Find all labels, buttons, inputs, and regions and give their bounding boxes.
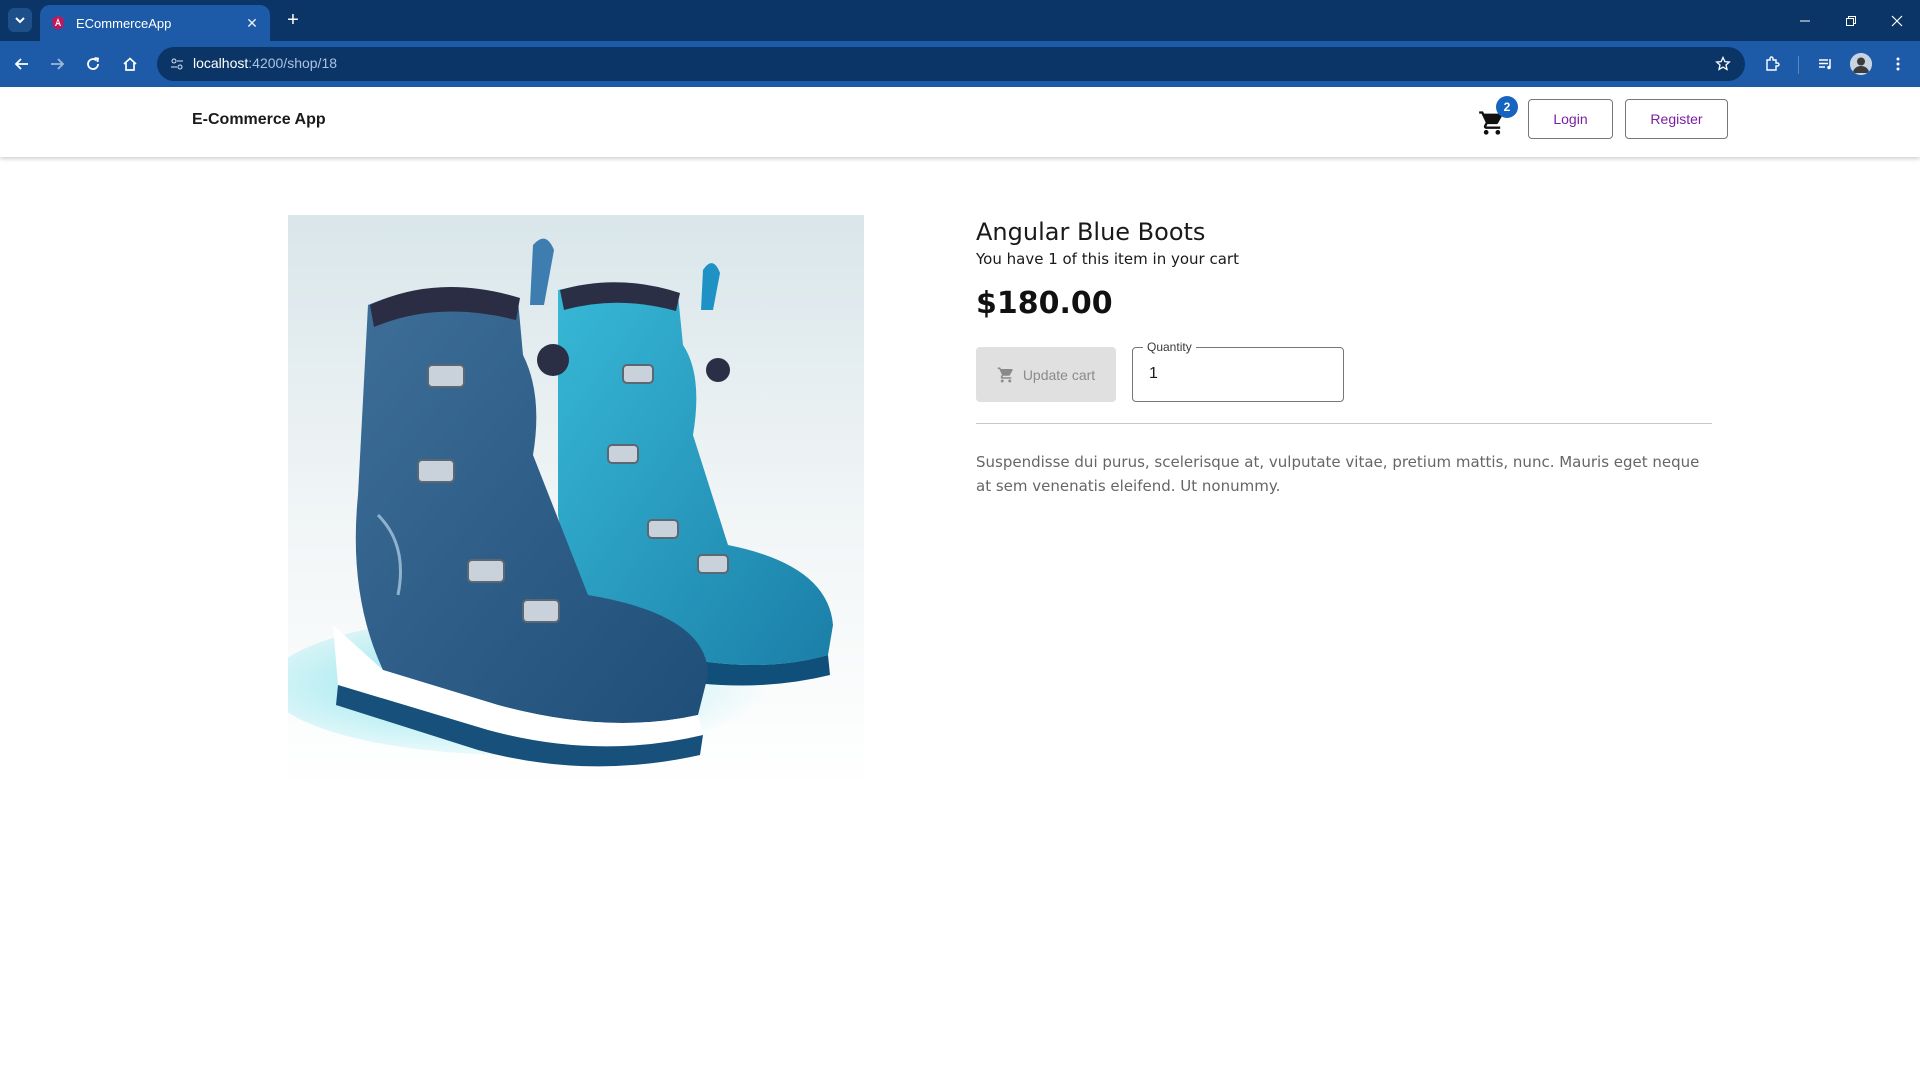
home-icon[interactable] xyxy=(115,49,145,79)
cart-count-badge: 2 xyxy=(1496,96,1518,118)
close-icon[interactable]: ✕ xyxy=(244,15,260,31)
site-info-icon[interactable] xyxy=(167,54,187,74)
toolbar-divider xyxy=(1798,56,1799,74)
cart-quantity-note: You have 1 of this item in your cart xyxy=(976,250,1239,268)
media-icon[interactable] xyxy=(1811,49,1841,79)
quantity-label: Quantity xyxy=(1143,340,1196,354)
star-icon[interactable] xyxy=(1713,54,1733,74)
app-header: E-Commerce App 2 Login Register xyxy=(0,87,1920,157)
product-description: Suspendisse dui purus, scelerisque at, v… xyxy=(976,453,1700,495)
forward-arrow-icon[interactable] xyxy=(42,49,72,79)
window-controls xyxy=(1782,0,1920,41)
close-window-icon[interactable] xyxy=(1874,0,1920,41)
back-arrow-icon[interactable] xyxy=(7,49,37,79)
tab-search-icon[interactable] xyxy=(8,8,32,32)
browser-toolbar: localhost:4200/shop/18 xyxy=(0,41,1920,87)
tab-title: ECommerceApp xyxy=(76,15,172,31)
product-title: Angular Blue Boots xyxy=(976,218,1206,246)
favicon xyxy=(52,16,64,30)
url-host: localhost xyxy=(193,55,249,71)
extensions-icon[interactable] xyxy=(1757,49,1787,79)
quantity-field[interactable]: Quantity 1 xyxy=(1132,340,1344,402)
kebab-menu-icon[interactable] xyxy=(1883,49,1913,79)
register-button[interactable]: Register xyxy=(1625,99,1728,139)
browser-tab[interactable]: ECommerceApp ✕ xyxy=(40,5,270,41)
product-price: $180.00 xyxy=(976,286,1113,321)
update-cart-button[interactable]: Update cart xyxy=(976,347,1116,402)
address-bar[interactable]: localhost:4200/shop/18 xyxy=(157,47,1745,81)
minimize-icon[interactable] xyxy=(1782,0,1828,41)
url-text: localhost:4200/shop/18 xyxy=(193,55,337,71)
restore-icon[interactable] xyxy=(1828,0,1874,41)
brand-title[interactable]: E-Commerce App xyxy=(192,111,326,129)
divider xyxy=(976,423,1712,424)
product-image xyxy=(288,215,864,791)
url-path: :4200/shop/18 xyxy=(248,55,338,71)
browser-tabstrip: ECommerceApp ✕ + xyxy=(0,0,1920,41)
profile-avatar[interactable] xyxy=(1850,53,1872,75)
plus-icon[interactable]: + xyxy=(282,9,304,31)
update-cart-label: Update cart xyxy=(1022,366,1096,383)
cart-icon xyxy=(997,367,1013,382)
login-button[interactable]: Login xyxy=(1528,99,1613,139)
quantity-input[interactable]: 1 xyxy=(1149,365,1158,383)
reload-icon[interactable] xyxy=(78,49,108,79)
